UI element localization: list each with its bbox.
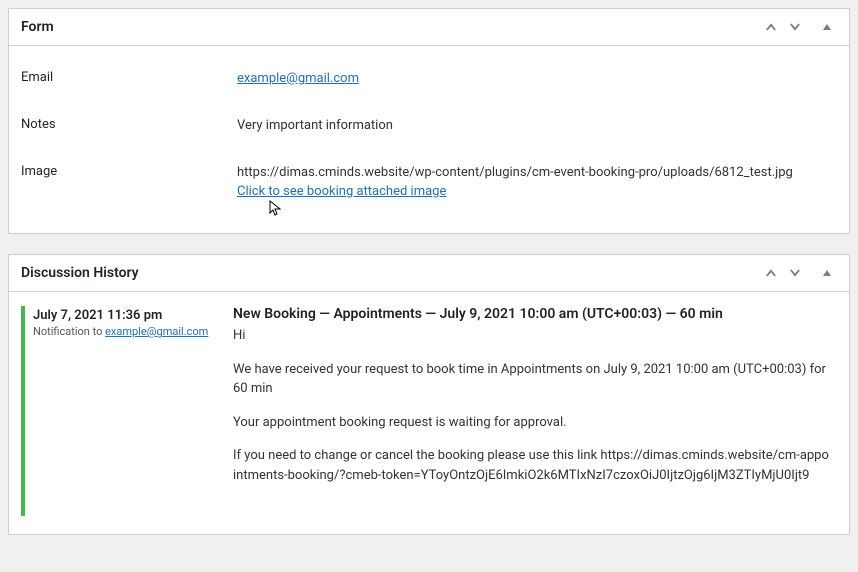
image-attachment-link[interactable]: Click to see booking attached image (237, 184, 446, 199)
toggle-collapse-icon[interactable] (817, 263, 837, 283)
form-metabox: Form Email example@gmail.com Notes Very … (8, 8, 850, 234)
form-metabox-body: Email example@gmail.com Notes Very impor… (9, 46, 849, 233)
history-meta: July 7, 2021 11:36 pm Notification to ex… (33, 306, 233, 516)
image-label: Image (21, 164, 237, 202)
image-url-text: https://dimas.cminds.website/wp-content/… (237, 165, 793, 180)
form-row-image: Image https://dimas.cminds.website/wp-co… (21, 150, 837, 216)
notes-value: Very important information (237, 117, 837, 136)
form-metabox-controls (761, 17, 837, 37)
form-metabox-title: Form (21, 19, 54, 35)
email-label: Email (21, 70, 237, 89)
image-value: https://dimas.cminds.website/wp-content/… (237, 164, 837, 202)
discussion-metabox-controls (761, 263, 837, 283)
cursor-icon (269, 200, 283, 218)
form-row-notes: Notes Very important information (21, 103, 837, 150)
discussion-metabox: Discussion History July 7, 2021 11:36 pm… (8, 254, 850, 535)
move-down-icon[interactable] (785, 17, 805, 37)
form-row-email: Email example@gmail.com (21, 56, 837, 103)
email-link[interactable]: example@gmail.com (237, 71, 359, 86)
toggle-collapse-icon[interactable] (817, 17, 837, 37)
discussion-metabox-title: Discussion History (21, 265, 139, 281)
history-sub: Notification to example@gmail.com (33, 325, 233, 338)
history-sub-prefix: Notification to (33, 325, 105, 338)
notes-label: Notes (21, 117, 237, 136)
form-metabox-header: Form (9, 9, 849, 46)
history-body: Hi We have received your request to book… (233, 326, 831, 485)
email-value: example@gmail.com (237, 70, 837, 89)
move-down-icon[interactable] (785, 263, 805, 283)
history-entry: July 7, 2021 11:36 pm Notification to ex… (21, 306, 837, 516)
history-sub-email-link[interactable]: example@gmail.com (105, 325, 208, 338)
history-date: July 7, 2021 11:36 pm (33, 308, 233, 323)
discussion-metabox-body: July 7, 2021 11:36 pm Notification to ex… (9, 292, 849, 534)
move-up-icon[interactable] (761, 17, 781, 37)
history-heading: New Booking — Appointments — July 9, 202… (233, 306, 831, 322)
history-p3: Your appointment booking request is wait… (233, 413, 831, 433)
discussion-metabox-header: Discussion History (9, 255, 849, 292)
history-p4: If you need to change or cancel the book… (233, 446, 831, 485)
history-p1: Hi (233, 326, 831, 346)
move-up-icon[interactable] (761, 263, 781, 283)
history-p2: We have received your request to book ti… (233, 360, 831, 399)
history-content[interactable]: New Booking — Appointments — July 9, 202… (233, 306, 837, 516)
